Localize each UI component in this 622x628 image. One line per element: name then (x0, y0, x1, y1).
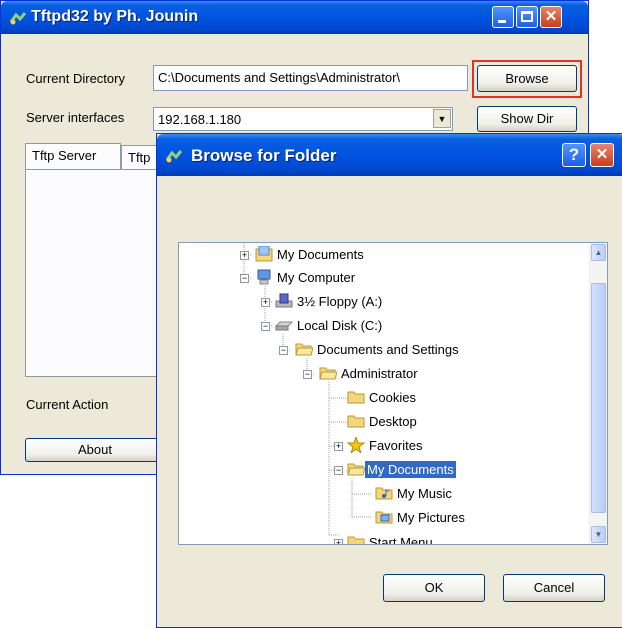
main-title-bar[interactable]: Tftpd32 by Ph. Jounin ✕ (1, 1, 588, 34)
dialog-title: Browse for Folder (191, 146, 337, 165)
scroll-up-arrow-icon[interactable]: ▲ (591, 244, 606, 261)
collapse-toggle[interactable]: − (261, 322, 270, 331)
tree-item-my-music[interactable]: My Music (395, 483, 454, 505)
my-documents-icon (255, 246, 273, 262)
dialog-title-bar[interactable]: Browse for Folder ? ✕ (157, 134, 622, 176)
about-button[interactable]: About (25, 438, 165, 462)
folder-icon (347, 415, 365, 428)
dialog-close-button[interactable]: ✕ (590, 143, 614, 167)
scroll-down-arrow-icon[interactable]: ▼ (591, 526, 606, 543)
tree-item-desktop[interactable]: Desktop (367, 411, 419, 433)
folder-tree[interactable]: + My Documents − My Computer + 3½ Floppy… (178, 242, 608, 545)
tree-item-floppy[interactable]: 3½ Floppy (A:) (295, 291, 384, 313)
tree-item-my-computer[interactable]: My Computer (275, 267, 357, 289)
collapse-toggle[interactable]: − (334, 466, 343, 475)
tree-item-favorites[interactable]: Favorites (367, 435, 424, 457)
tab-tftp[interactable]: Tftp (121, 145, 157, 169)
close-icon: ✕ (544, 8, 558, 25)
tftpd-app-icon (9, 12, 27, 25)
tree-item-cookies[interactable]: Cookies (367, 387, 418, 409)
folder-open-icon (319, 367, 337, 380)
tree-item-documents-and-settings[interactable]: Documents and Settings (315, 339, 461, 361)
tree-item-start-menu[interactable]: Start Menu (367, 532, 435, 544)
expand-toggle[interactable]: + (240, 251, 249, 260)
floppy-drive-icon (275, 293, 293, 308)
tree-item-my-documents-selected[interactable]: My Documents (365, 459, 456, 481)
tab-tftp-server[interactable]: Tftp Server (25, 143, 121, 169)
ok-button[interactable]: OK (383, 574, 485, 602)
collapse-toggle[interactable]: − (240, 274, 249, 283)
server-interface-value: 192.168.1.180 (158, 112, 242, 127)
tree-item-my-pictures[interactable]: My Pictures (395, 507, 467, 529)
show-dir-button[interactable]: Show Dir (477, 106, 577, 132)
tree-item-local-disk[interactable]: Local Disk (C:) (295, 315, 384, 337)
expand-toggle[interactable]: + (261, 298, 270, 307)
main-close-button[interactable]: ✕ (540, 6, 562, 28)
favorites-star-icon (347, 437, 365, 453)
current-action-label: Current Action (26, 397, 109, 412)
maximize-button[interactable] (516, 6, 538, 28)
current-directory-field[interactable]: C:\Documents and Settings\Administrator\ (153, 65, 468, 91)
browse-for-folder-dialog: Browse for Folder ? ✕ + My Documents − M… (156, 133, 622, 628)
dialog-app-icon (165, 150, 183, 163)
browse-button[interactable]: Browse (477, 65, 577, 92)
tree-item-my-documents-root[interactable]: My Documents (275, 244, 366, 266)
main-title: Tftpd32 by Ph. Jounin (31, 8, 199, 25)
expand-toggle[interactable]: + (334, 539, 343, 544)
folder-icon (347, 391, 365, 404)
help-button[interactable]: ? (562, 143, 586, 167)
dropdown-arrow-icon[interactable]: ▼ (433, 109, 451, 128)
collapse-toggle[interactable]: − (303, 370, 312, 379)
folder-open-icon (295, 343, 313, 356)
tree-item-administrator[interactable]: Administrator (339, 363, 420, 385)
close-icon: ✕ (595, 146, 609, 163)
help-icon: ? (568, 145, 580, 164)
folder-open-icon (347, 463, 365, 476)
tree-vertical-scrollbar[interactable]: ▲ ▼ (589, 243, 607, 544)
server-interfaces-select[interactable]: 192.168.1.180 ▼ (153, 107, 453, 131)
hard-disk-icon (275, 321, 293, 331)
minimize-button[interactable] (492, 6, 514, 28)
pictures-folder-icon (375, 511, 393, 524)
maximize-icon (521, 11, 533, 22)
my-computer-icon (257, 269, 271, 285)
folder-icon (347, 536, 365, 544)
current-directory-label: Current Directory (26, 71, 125, 86)
scrollbar-thumb[interactable] (591, 283, 606, 513)
minimize-icon (498, 20, 506, 23)
collapse-toggle[interactable]: − (279, 346, 288, 355)
server-interfaces-label: Server interfaces (26, 110, 125, 125)
expand-toggle[interactable]: + (334, 442, 343, 451)
music-folder-icon (375, 487, 393, 500)
cancel-button[interactable]: Cancel (503, 574, 605, 602)
